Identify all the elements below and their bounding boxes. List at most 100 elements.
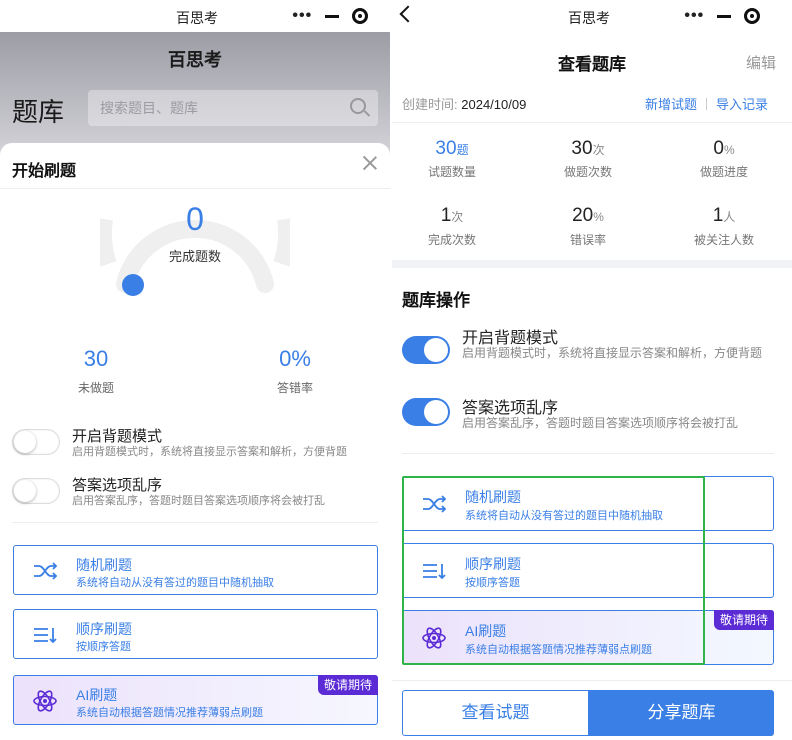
progress-unit: %	[723, 143, 735, 157]
shuffle-icon	[423, 495, 447, 513]
edit-button[interactable]: 编辑	[746, 52, 776, 73]
back-chevron-icon[interactable]	[399, 5, 417, 23]
more-dots-icon[interactable]: •••	[292, 8, 312, 24]
left-search-input[interactable]: 搜索题目、题库	[88, 90, 378, 126]
ai-practice-title: AI刷题	[465, 623, 507, 639]
shuffle-options-desc: 启用答案乱序，答题时题目答案选项顺序将会被打乱	[72, 495, 325, 507]
progress-value: 0	[713, 138, 724, 159]
more-dots-icon[interactable]: •••	[684, 8, 704, 24]
random-practice-button[interactable]: 随机刷题 系统将自动从没有答过的题目中随机抽取	[402, 476, 774, 531]
shuffle-options-switch[interactable]	[402, 398, 450, 426]
start-practice-sheet: 开始刷题 0 完成题数 30 未做题 0% 答错率 开启背题模式 启用背题模式时…	[0, 143, 390, 740]
memorize-mode-desc: 启用背题模式时，系统将直接显示答案和解析，方便背题	[462, 346, 763, 360]
random-practice-title: 随机刷题	[76, 557, 132, 573]
minimize-icon[interactable]	[716, 14, 731, 18]
sequential-practice-desc: 按顺序答题	[76, 641, 131, 653]
atom-icon	[422, 627, 446, 649]
random-practice-button[interactable]: 随机刷题 系统将自动从没有答过的题目中随机抽取	[13, 545, 378, 595]
completed-label: 完成题数	[168, 249, 221, 264]
toggle-divider	[12, 522, 378, 523]
memorize-mode-row: 开启背题模式 启用背题模式时，系统将直接显示答案和解析，方便背题	[12, 425, 382, 465]
coming-soon-badge: 敬请期待	[317, 675, 378, 695]
search-icon	[350, 98, 366, 114]
add-question-link[interactable]: 新增试题	[645, 94, 697, 113]
unanswered-count: 30	[83, 346, 109, 371]
sequential-practice-title: 顺序刷题	[465, 556, 521, 572]
link-separator	[705, 97, 707, 110]
error-rate-value: 0%	[279, 346, 311, 371]
ai-practice-desc: 系统自动根据答题情况推荐薄弱点刷题	[76, 707, 263, 719]
shuffle-options-row: 答案选项乱序 启用答案乱序，答题时题目答案选项顺序将会被打乱	[12, 474, 382, 514]
footer-divider	[392, 680, 792, 681]
question-count-value: 30	[435, 138, 457, 159]
sequential-practice-button[interactable]: 顺序刷题 按顺序答题	[402, 543, 774, 598]
section-title: 题库操作	[402, 291, 470, 310]
shuffle-options-title: 答案选项乱序	[462, 400, 559, 417]
follower-count-unit: 人	[723, 210, 736, 224]
shuffle-options-row: 答案选项乱序 启用答案乱序，答题时题目答案选项顺序将会被打乱	[402, 394, 782, 434]
completion-count-label: 完成次数	[427, 233, 476, 247]
memorize-mode-switch[interactable]	[12, 429, 60, 455]
random-practice-desc: 系统将自动从没有答过的题目中随机抽取	[76, 577, 274, 589]
unanswered-label: 未做题	[77, 381, 114, 395]
right-status-title: 百思考	[568, 10, 610, 26]
progress-label: 做题进度	[699, 165, 748, 179]
left-app-title: 百思考	[168, 50, 222, 70]
error-rate: 20%	[528, 205, 648, 227]
memorize-mode-title: 开启背题模式	[462, 330, 559, 347]
shuffle-options-title: 答案选项乱序	[72, 477, 163, 494]
close-target-icon[interactable]	[351, 8, 368, 24]
header-divider	[392, 122, 792, 123]
import-records-link[interactable]: 导入记录	[716, 94, 768, 113]
question-count: 30题	[392, 138, 512, 160]
ai-practice-button[interactable]: AI刷题 系统自动根据答题情况推荐薄弱点刷题 敬请期待	[13, 675, 378, 725]
shuffle-icon	[34, 562, 58, 580]
ai-practice-title: AI刷题	[76, 687, 118, 703]
completion-count-unit: 次	[451, 210, 464, 224]
close-icon[interactable]	[362, 155, 378, 171]
question-count-unit: 题	[456, 143, 469, 157]
left-capsule-menu[interactable]: •••	[280, 4, 380, 28]
right-capsule-menu[interactable]: •••	[672, 4, 772, 28]
close-target-icon[interactable]	[743, 8, 760, 24]
gauge-knob	[122, 274, 144, 296]
view-questions-button[interactable]: 查看试题	[402, 690, 589, 736]
sequential-practice-button[interactable]: 顺序刷题 按顺序答题	[13, 609, 378, 659]
error-rate-label: 错误率	[569, 233, 606, 247]
created-label: 创建时间:	[402, 97, 458, 112]
ai-practice-button[interactable]: AI刷题 系统自动根据答题情况推荐薄弱点刷题 敬请期待	[402, 610, 774, 665]
right-screen: 百思考 ••• 查看题库 编辑 创建时间: 2024/10/09 新增试题 导入…	[392, 0, 792, 740]
sheet-title: 开始刷题	[12, 163, 77, 180]
left-status-title: 百思考	[176, 10, 218, 26]
toggle-divider	[402, 453, 774, 454]
sequential-practice-desc: 按顺序答题	[465, 577, 520, 589]
minimize-icon[interactable]	[324, 14, 339, 18]
question-count-label: 试题数量	[427, 165, 476, 179]
sequence-icon	[423, 564, 446, 580]
section-band	[392, 260, 792, 268]
error-rate-value: 20	[572, 205, 594, 226]
header-links: 新增试题 导入记录	[645, 94, 768, 113]
memorize-mode-title: 开启背题模式	[72, 428, 163, 445]
share-bank-button[interactable]: 分享题库	[589, 690, 774, 736]
left-screen: 百思考 题库 搜索题目、题库 百思考 ••• 开始刷题 0 完成题数 30 未做…	[0, 0, 390, 740]
completion-count-value: 1	[440, 205, 452, 226]
practice-count-value: 30	[571, 138, 593, 159]
progress-stat: 0%	[664, 138, 784, 160]
shuffle-options-switch[interactable]	[12, 478, 60, 504]
left-bank-label: 题库	[12, 97, 65, 127]
atom-icon	[33, 690, 57, 712]
left-status-bar: 百思考 •••	[0, 0, 390, 32]
practice-count-unit: 次	[592, 143, 605, 157]
follower-count-label: 被关注人数	[693, 233, 754, 247]
sequential-practice-title: 顺序刷题	[76, 621, 132, 637]
random-practice-desc: 系统将自动从没有答过的题目中随机抽取	[465, 510, 663, 522]
created-date: 2024/10/09	[461, 97, 527, 112]
error-rate-label: 答错率	[276, 381, 313, 395]
memorize-mode-row: 开启背题模式 启用背题模式时，系统将直接显示答案和解析，方便背题	[402, 324, 782, 372]
memorize-mode-switch[interactable]	[402, 336, 450, 364]
created-time: 创建时间: 2024/10/09	[402, 94, 526, 113]
shuffle-options-desc: 启用答案乱序，答题时题目答案选项顺序将会被打乱	[462, 416, 739, 430]
ai-practice-desc: 系统自动根据答题情况推荐薄弱点刷题	[465, 644, 652, 656]
page-title: 查看题库	[558, 55, 626, 74]
